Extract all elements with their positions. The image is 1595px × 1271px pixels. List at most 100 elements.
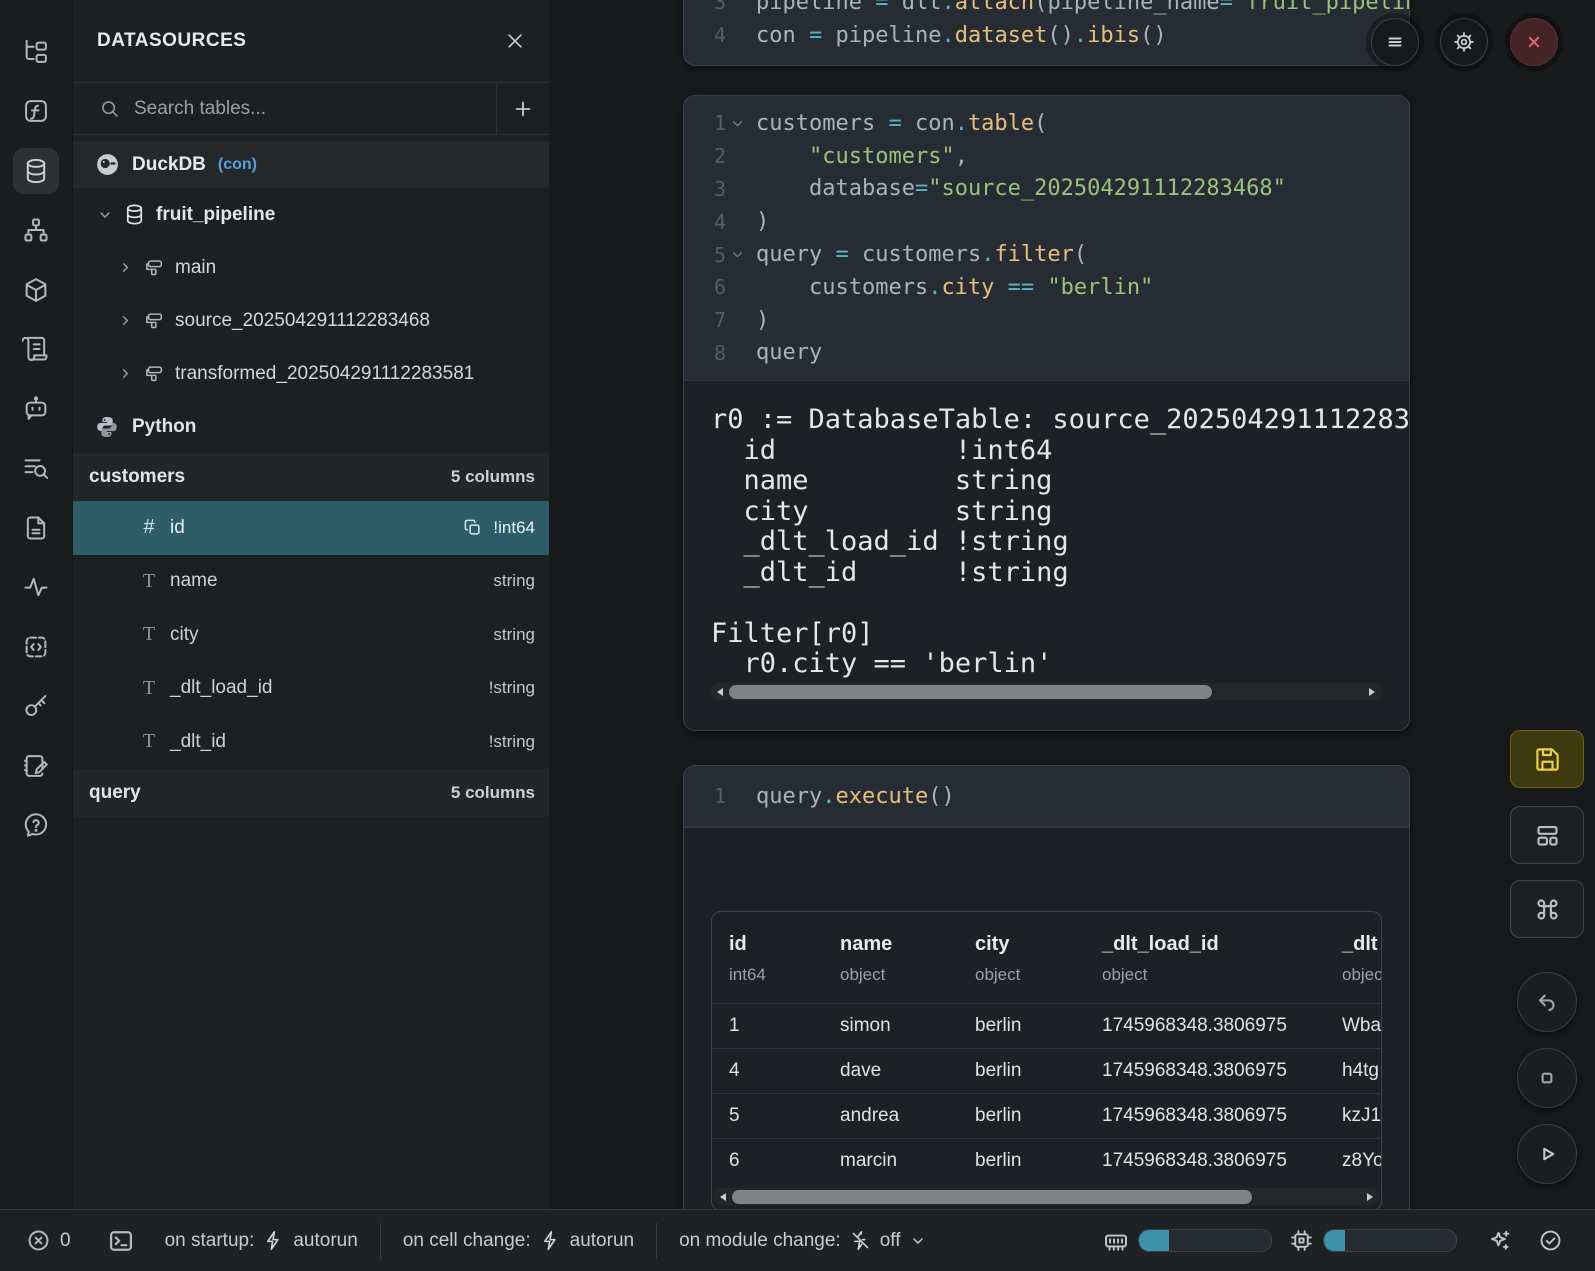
code-line[interactable]: 1query.execute(): [684, 780, 1409, 813]
table-row[interactable]: 5andreaberlin1745968348.3806975kzJ1C: [712, 1093, 1381, 1138]
run-button[interactable]: [1517, 1124, 1577, 1184]
shutdown-button[interactable]: [1510, 18, 1558, 66]
scroll-left-arrow[interactable]: [720, 1193, 726, 1201]
table-cell: 4: [729, 1060, 840, 1082]
command-palette-button[interactable]: [1510, 880, 1584, 938]
gear-icon: [1452, 30, 1476, 54]
rail-item-activity[interactable]: [0, 558, 72, 618]
rail-item-dependency-graph[interactable]: [0, 201, 72, 261]
save-button[interactable]: [1510, 730, 1584, 788]
code-line[interactable]: 3pipeline = dlt.attach(pipeline_name="fr…: [684, 0, 1409, 19]
rail-item-key[interactable]: [0, 677, 72, 737]
code-line[interactable]: 6 customers.city == "berlin": [684, 271, 1409, 304]
interrupt-button[interactable]: [1517, 1048, 1577, 1108]
search-input[interactable]: Search tables...: [73, 83, 496, 134]
panel-title: DATASOURCES: [97, 30, 505, 52]
table-row[interactable]: 6marcinberlin1745968348.3806975z8Yo: [712, 1138, 1381, 1183]
schema-row-source_202504291112283468[interactable]: source_202504291112283468: [73, 294, 549, 347]
copy-icon[interactable]: [463, 518, 482, 537]
column-label: id: [729, 933, 840, 956]
cell-output: r0 := DatabaseTable: source_202504291112…: [684, 380, 1409, 730]
layout-toggle-button[interactable]: [1510, 806, 1584, 864]
code-text: database="source_202504291112283468": [756, 176, 1286, 201]
rail-item-code-snippet[interactable]: [0, 617, 72, 677]
column-dtype: object: [840, 965, 975, 985]
code-line[interactable]: 2 "customers",: [684, 140, 1409, 173]
errors-indicator[interactable]: 0: [26, 1228, 71, 1253]
undo-button[interactable]: [1517, 972, 1577, 1032]
column-row-name[interactable]: Tname string: [73, 555, 549, 609]
table-row[interactable]: 1simonberlin1745968348.3806975Wba: [712, 1003, 1381, 1048]
code-line[interactable]: 3 database="source_202504291112283468": [684, 173, 1409, 206]
table-cell: andrea: [840, 1105, 975, 1127]
rail-item-scratchpad[interactable]: [0, 736, 72, 796]
schema-row-main[interactable]: main: [73, 241, 549, 294]
add-datasource-button[interactable]: [496, 83, 549, 134]
notebook-settings-button[interactable]: [1440, 18, 1488, 66]
connection-status-check-icon[interactable]: [1538, 1228, 1563, 1253]
rail-item-help[interactable]: [0, 796, 72, 856]
table-column-header-_dlt_load_id[interactable]: _dlt_load_id object: [1102, 933, 1342, 985]
on-cell-change-setting[interactable]: on cell change: autorun: [403, 1230, 634, 1252]
python-tables-list: customers 5 columns#id !int64Tname strin…: [73, 453, 549, 817]
rail-item-log-search[interactable]: [0, 439, 72, 499]
code-line[interactable]: 8query: [684, 337, 1409, 370]
table-horizontal-scrollbar[interactable]: [714, 1188, 1379, 1205]
code-line[interactable]: 4): [684, 205, 1409, 238]
fold-chevron-icon[interactable]: [730, 248, 744, 261]
table-row[interactable]: 4daveberlin1745968348.3806975h4tg: [712, 1048, 1381, 1093]
code-line[interactable]: 4con = pipeline.dataset().ibis(): [684, 19, 1409, 52]
code-cell-query[interactable]: 1customers = con.table(2 "customers",3 d…: [683, 95, 1410, 731]
table-column-header-city[interactable]: city object: [975, 933, 1102, 985]
code-text: ): [756, 308, 769, 333]
code-line[interactable]: 5query = customers.filter(: [684, 238, 1409, 271]
table-column-header-id[interactable]: id int64: [729, 933, 840, 985]
connection-row-duckdb[interactable]: DuckDB (con): [73, 141, 549, 188]
column-row-_dlt_load_id[interactable]: T_dlt_load_id !string: [73, 662, 549, 716]
code-cell-execute[interactable]: 1query.execute() id int64name objectcity…: [683, 765, 1410, 1235]
rail-item-database[interactable]: [0, 141, 72, 201]
column-row-id[interactable]: #id !int64: [73, 501, 549, 555]
column-row-_dlt_id[interactable]: T_dlt_id !string: [73, 715, 549, 769]
database-row-fruit-pipeline[interactable]: fruit_pipeline: [73, 188, 549, 241]
table-row-query[interactable]: query 5 columns: [73, 769, 549, 817]
code-line[interactable]: 7): [684, 304, 1409, 337]
scrollbar-thumb[interactable]: [732, 1190, 1252, 1204]
code-cell-setup[interactable]: 3pipeline = dlt.attach(pipeline_name="fr…: [683, 0, 1410, 66]
rail-item-document[interactable]: [0, 498, 72, 558]
table-row-customers[interactable]: customers 5 columns: [73, 453, 549, 501]
table-column-header-_dlt[interactable]: _dlt objec: [1342, 933, 1382, 985]
result-table: id int64name objectcity object_dlt_load_…: [711, 911, 1382, 1211]
fold-chevron-icon[interactable]: [730, 117, 744, 130]
code-line[interactable]: 1customers = con.table(: [684, 107, 1409, 140]
column-row-city[interactable]: Tcity string: [73, 608, 549, 662]
scroll-right-arrow[interactable]: [1369, 688, 1375, 696]
rail-item-file-tree[interactable]: [0, 22, 72, 82]
terminal-button[interactable]: [107, 1227, 135, 1255]
code-text: query.execute(): [756, 784, 955, 809]
scroll-right-arrow[interactable]: [1367, 1193, 1373, 1201]
save-floppy-icon: [1534, 746, 1561, 773]
database-icon: [13, 148, 59, 194]
rail-item-scroll[interactable]: [0, 320, 72, 380]
scroll-left-arrow[interactable]: [717, 688, 723, 696]
database-name: fruit_pipeline: [156, 204, 275, 226]
on-startup-setting[interactable]: on startup: autorun: [165, 1230, 358, 1252]
column-label: name: [840, 933, 975, 956]
cell-output-table: id int64name objectcity object_dlt_load_…: [684, 827, 1409, 1234]
schema-row-transformed_202504291112283581[interactable]: transformed_202504291112283581: [73, 347, 549, 400]
ai-sparkles-icon[interactable]: [1487, 1228, 1512, 1253]
table-cell: Wba: [1342, 1015, 1381, 1037]
zap-icon: [540, 1230, 561, 1251]
horizontal-scrollbar[interactable]: [711, 683, 1381, 700]
on-module-change-setting[interactable]: on module change: off: [679, 1230, 925, 1252]
dependency-graph-icon: [13, 207, 59, 253]
cell-menu-button[interactable]: [1371, 18, 1419, 66]
rail-item-chat-bot[interactable]: [0, 379, 72, 439]
rail-item-package[interactable]: [0, 260, 72, 320]
rail-item-function[interactable]: [0, 82, 72, 142]
scrollbar-thumb[interactable]: [729, 685, 1212, 699]
table-column-header-name[interactable]: name object: [840, 933, 975, 985]
scroll-icon: [13, 326, 59, 372]
close-panel-icon[interactable]: [505, 31, 525, 51]
